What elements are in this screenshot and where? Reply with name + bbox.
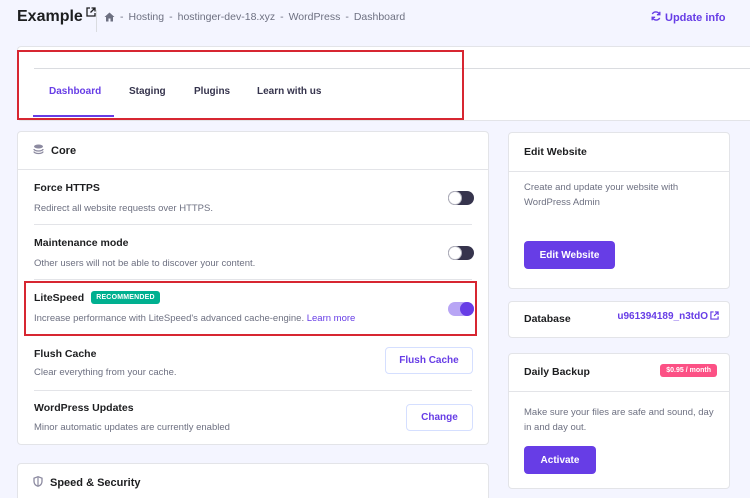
- edit-website-divider: [509, 171, 729, 172]
- row-flush-cache: Flush Cache Clear everything from your c…: [34, 336, 473, 391]
- home-icon[interactable]: [104, 12, 115, 22]
- speed-security-header: Speed & Security: [18, 464, 488, 498]
- edit-website-desc: Create and update your website with Word…: [524, 182, 679, 208]
- core-header: Core: [18, 132, 488, 170]
- flush-cache-desc: Clear everything from your cache.: [34, 367, 177, 378]
- daily-backup-title: Daily Backup: [524, 366, 590, 378]
- database-label: Database: [524, 313, 571, 325]
- row-force-https: Force HTTPS Redirect all website request…: [34, 170, 474, 225]
- breadcrumb-dashboard: Dashboard: [353, 11, 406, 23]
- flush-cache-button[interactable]: Flush Cache: [385, 347, 473, 374]
- breadcrumb-domain[interactable]: hostinger-dev-18.xyz: [178, 11, 275, 23]
- breadcrumb-wordpress[interactable]: WordPress: [289, 11, 341, 23]
- activate-button[interactable]: Activate: [524, 446, 596, 474]
- speed-security-title: Speed & Security: [50, 477, 141, 489]
- force-https-toggle[interactable]: [448, 191, 474, 205]
- flush-cache-title: Flush Cache: [34, 348, 97, 360]
- layers-icon: [33, 144, 44, 158]
- force-https-title: Force HTTPS: [34, 182, 100, 194]
- breadcrumb: - Hosting - hostinger-dev-18.xyz - WordP…: [104, 11, 405, 23]
- shield-icon: [33, 476, 43, 490]
- row-wordpress-updates: WordPress Updates Minor automatic update…: [34, 391, 473, 446]
- edit-website-title: Edit Website: [524, 146, 587, 158]
- external-link-icon[interactable]: [86, 7, 96, 20]
- highlight-box-litespeed: [24, 281, 477, 336]
- daily-backup-desc: Make sure your files are safe and sound,…: [524, 407, 714, 433]
- row-maintenance-mode: Maintenance mode Other users will not be…: [34, 225, 474, 280]
- wordpress-updates-title: WordPress Updates: [34, 402, 134, 414]
- maintenance-mode-toggle[interactable]: [448, 246, 474, 260]
- core-title: Core: [51, 144, 77, 157]
- site-title[interactable]: Example: [17, 7, 96, 26]
- edit-website-button[interactable]: Edit Website: [524, 241, 615, 269]
- maintenance-mode-desc: Other users will not be able to discover…: [34, 258, 256, 269]
- highlight-box-tabs: [17, 50, 464, 120]
- refresh-icon: [651, 11, 661, 24]
- header-divider: [96, 10, 97, 32]
- database-name-link[interactable]: u961394189_n3tdO: [617, 311, 719, 323]
- maintenance-mode-title: Maintenance mode: [34, 237, 129, 249]
- speed-security-card: Speed & Security: [17, 463, 489, 498]
- price-badge: $0.95 / month: [660, 364, 717, 377]
- update-info-button[interactable]: Update info: [651, 11, 726, 24]
- wordpress-updates-desc: Minor automatic updates are currently en…: [34, 422, 230, 433]
- change-updates-button[interactable]: Change: [406, 404, 473, 431]
- external-link-icon: [710, 311, 719, 323]
- edit-website-card: Edit Website Create and update your webs…: [508, 132, 730, 289]
- breadcrumb-hosting[interactable]: Hosting: [129, 11, 165, 23]
- database-card: Database u961394189_n3tdO: [508, 301, 730, 338]
- force-https-desc: Redirect all website requests over HTTPS…: [34, 203, 213, 214]
- daily-backup-card: Daily Backup $0.95 / month Make sure you…: [508, 353, 730, 489]
- daily-backup-divider: [509, 391, 729, 392]
